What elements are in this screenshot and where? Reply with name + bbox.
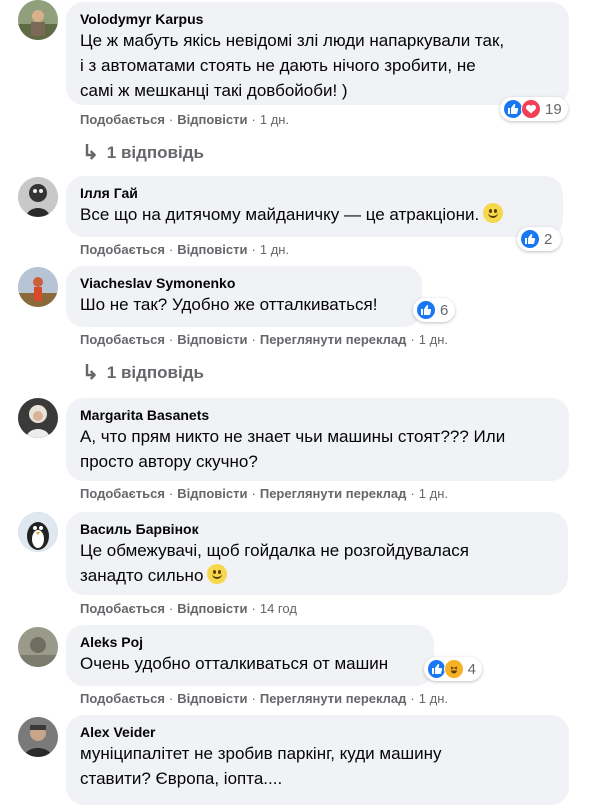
comment-time[interactable]: 1 дн. bbox=[419, 332, 448, 347]
avatar[interactable] bbox=[18, 0, 58, 40]
reaction-count: 2 bbox=[544, 230, 553, 248]
slightly-smiling-face-icon bbox=[483, 203, 504, 223]
comment-author[interactable]: Ілля Гай bbox=[80, 184, 549, 202]
view-replies-link[interactable]: ↳ 1 відповідь bbox=[82, 360, 204, 385]
reply-button[interactable]: Відповісти bbox=[177, 691, 247, 706]
avatar[interactable] bbox=[18, 627, 58, 667]
reply-arrow-icon: ↳ bbox=[82, 142, 99, 164]
reaction-count: 6 bbox=[440, 301, 449, 319]
comment-time[interactable]: 1 дн. bbox=[260, 242, 289, 257]
comment-bubble: Volodymyr Karpus Це ж мабуть якісь невід… bbox=[66, 2, 569, 105]
reply-button[interactable]: Відповісти bbox=[177, 601, 247, 616]
comment-text: А, что прям никто не знает чьи машины ст… bbox=[80, 427, 506, 471]
comment-author[interactable]: Margarita Basanets bbox=[80, 406, 555, 424]
comment-time[interactable]: 14 год bbox=[260, 601, 297, 616]
reaction-count: 19 bbox=[545, 100, 562, 118]
avatar[interactable] bbox=[18, 512, 58, 552]
reply-button[interactable]: Відповісти bbox=[177, 486, 247, 501]
translate-button[interactable]: Переглянути переклад bbox=[260, 691, 407, 706]
comment-bubble: Margarita Basanets А, что прям никто не … bbox=[66, 398, 569, 481]
comment-bubble: Viacheslav Symonenko Шо не так? Удобно ж… bbox=[66, 266, 422, 327]
comment-actions: Подобається · Відповісти · 1 дн. bbox=[80, 242, 290, 257]
replies-count: 1 відповідь bbox=[106, 362, 204, 382]
like-button[interactable]: Подобається bbox=[80, 601, 165, 616]
reaction-summary[interactable]: 6 bbox=[413, 298, 455, 322]
slightly-smiling-face-icon bbox=[207, 564, 228, 584]
avatar[interactable] bbox=[18, 398, 58, 438]
haha-icon bbox=[444, 659, 464, 679]
avatar[interactable] bbox=[18, 717, 58, 757]
reply-button[interactable]: Відповісти bbox=[177, 332, 247, 347]
comment-text: Шо не так? Удобно же отталкиваться! bbox=[80, 295, 378, 314]
comment-author[interactable]: Aleks Poj bbox=[80, 633, 420, 651]
avatar[interactable] bbox=[18, 267, 58, 307]
comment-time[interactable]: 1 дн. bbox=[419, 691, 448, 706]
reply-arrow-icon: ↳ bbox=[82, 362, 99, 384]
comment-author[interactable]: Василь Барвінок bbox=[80, 520, 554, 538]
comment-time[interactable]: 1 дн. bbox=[260, 112, 289, 127]
reaction-summary[interactable]: 2 bbox=[517, 227, 561, 251]
comment-text: Це ж мабуть якісь невідомі злі люди напа… bbox=[80, 31, 505, 100]
reaction-summary[interactable]: 19 bbox=[500, 97, 568, 121]
translate-button[interactable]: Переглянути переклад bbox=[260, 486, 407, 501]
comment-text: Це обмежувачі, щоб гойдалка не розгойдув… bbox=[80, 541, 470, 585]
comment-text: Все що на дитячому майданичку — це атрак… bbox=[80, 202, 549, 227]
like-icon bbox=[416, 300, 436, 320]
translate-button[interactable]: Переглянути переклад bbox=[260, 332, 407, 347]
like-button[interactable]: Подобається bbox=[80, 691, 165, 706]
reaction-count: 4 bbox=[467, 660, 476, 678]
comment-text: муніципалітет не зробив паркінг, куди ма… bbox=[80, 744, 442, 788]
comment-bubble: Ілля Гай Все що на дитячому майданичку —… bbox=[66, 176, 563, 237]
reply-button[interactable]: Відповісти bbox=[177, 112, 247, 127]
comment-author[interactable]: Alex Veider bbox=[80, 723, 555, 741]
comment-author[interactable]: Viacheslav Symonenko bbox=[80, 274, 408, 292]
like-icon bbox=[520, 229, 540, 249]
comment-actions: Подобається · Відповісти · 14 год bbox=[80, 601, 297, 616]
comment-actions: Подобається · Відповісти · Переглянути перек… bbox=[80, 486, 448, 501]
comment-text: Очень удобно отталкиваться от машин bbox=[80, 654, 389, 673]
like-button[interactable]: Подобається bbox=[80, 486, 165, 501]
like-button[interactable]: Подобається bbox=[80, 112, 165, 127]
view-replies-link[interactable]: ↳ 1 відповідь bbox=[82, 140, 204, 165]
comment-bubble: Aleks Poj Очень удобно отталкиваться от … bbox=[66, 625, 434, 686]
comment-time[interactable]: 1 дн. bbox=[419, 486, 448, 501]
like-button[interactable]: Подобається bbox=[80, 242, 165, 257]
replies-count: 1 відповідь bbox=[106, 142, 204, 162]
comment-actions: Подобається · Відповісти · 1 дн. bbox=[80, 112, 290, 127]
like-icon bbox=[503, 99, 523, 119]
like-button[interactable]: Подобається bbox=[80, 332, 165, 347]
comment-author[interactable]: Volodymyr Karpus bbox=[80, 10, 555, 28]
love-icon bbox=[521, 99, 541, 119]
reply-button[interactable]: Відповісти bbox=[177, 242, 247, 257]
comment-actions: Подобається · Відповісти · Переглянути перек… bbox=[80, 332, 448, 347]
comment-actions: Подобається · Відповісти · Переглянути перек… bbox=[80, 691, 448, 706]
avatar[interactable] bbox=[18, 177, 58, 217]
comment-bubble: Василь Барвінок Це обмежувачі, щоб гойда… bbox=[66, 512, 568, 595]
reaction-summary[interactable]: 4 bbox=[424, 657, 482, 681]
